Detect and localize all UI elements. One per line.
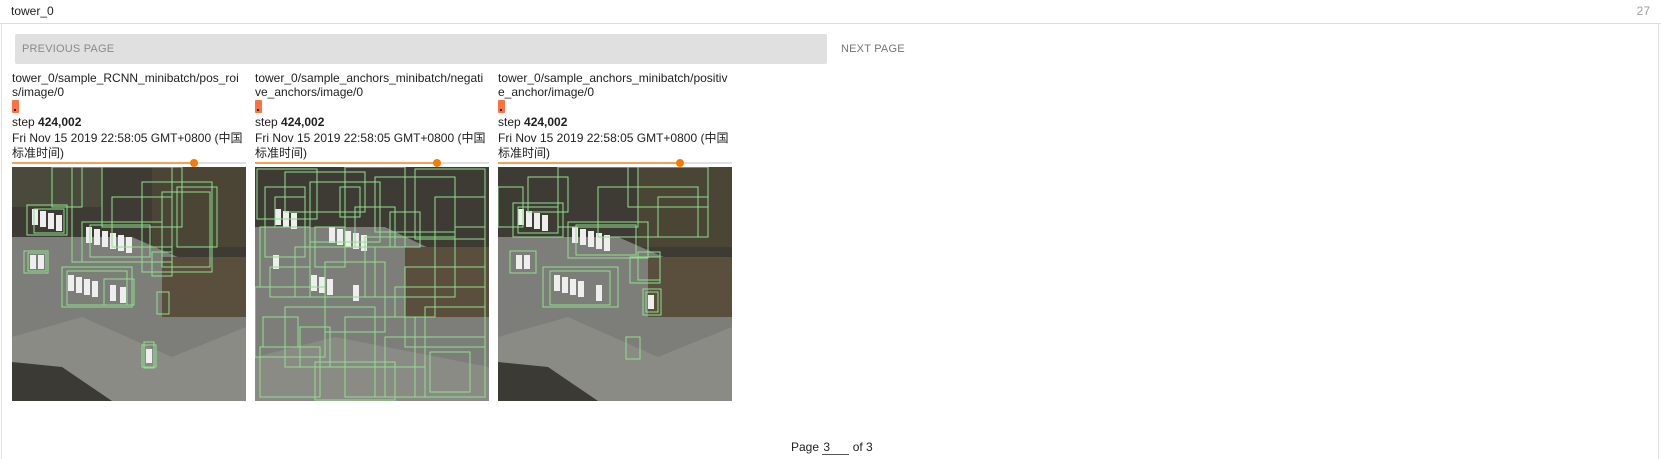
step-slider[interactable]: [498, 157, 732, 167]
step-value: 424,002: [38, 115, 82, 129]
image-card: tower_0/sample_anchors_minibatch/positiv…: [498, 71, 732, 401]
pagination-footer: Page 3 of 3: [791, 440, 873, 455]
slider-thumb[interactable]: [190, 159, 198, 167]
card-title: tower_0/sample_anchors_minibatch/negativ…: [255, 71, 484, 99]
step-label: step 424,002: [498, 115, 568, 129]
slider-thumb[interactable]: [676, 159, 684, 167]
slider-thumb[interactable]: [433, 159, 441, 167]
step-slider[interactable]: [12, 157, 246, 167]
step-slider[interactable]: [255, 157, 489, 167]
run-color-chip: [255, 100, 262, 113]
image-card: tower_0/sample_anchors_minibatch/negativ…: [255, 71, 489, 401]
sample-image: [498, 167, 732, 401]
step-value: 424,002: [281, 115, 325, 129]
image-card: tower_0/sample_RCNN_minibatch/pos_rois/i…: [12, 71, 246, 401]
page-prefix: Page: [791, 440, 820, 454]
sample-image: [255, 167, 489, 401]
page-suffix: of 3: [852, 440, 873, 454]
next-page-button[interactable]: NEXT PAGE: [841, 34, 905, 64]
group-title: tower_0: [11, 4, 54, 18]
step-label: step 424,002: [255, 115, 325, 129]
page-number-input[interactable]: 3: [822, 440, 850, 455]
card-title: tower_0/sample_RCNN_minibatch/pos_rois/i…: [12, 71, 239, 99]
previous-page-button[interactable]: PREVIOUS PAGE: [15, 34, 827, 64]
header-bar: tower_0 27: [0, 0, 1661, 24]
sample-image: [12, 167, 246, 401]
card-title: tower_0/sample_anchors_minibatch/positiv…: [498, 71, 728, 99]
card-frame: [1, 24, 1659, 459]
step-value: 424,002: [524, 115, 568, 129]
item-count: 27: [1636, 4, 1650, 18]
run-color-chip: [12, 100, 19, 113]
run-color-chip: [498, 100, 505, 113]
step-label: step 424,002: [12, 115, 82, 129]
